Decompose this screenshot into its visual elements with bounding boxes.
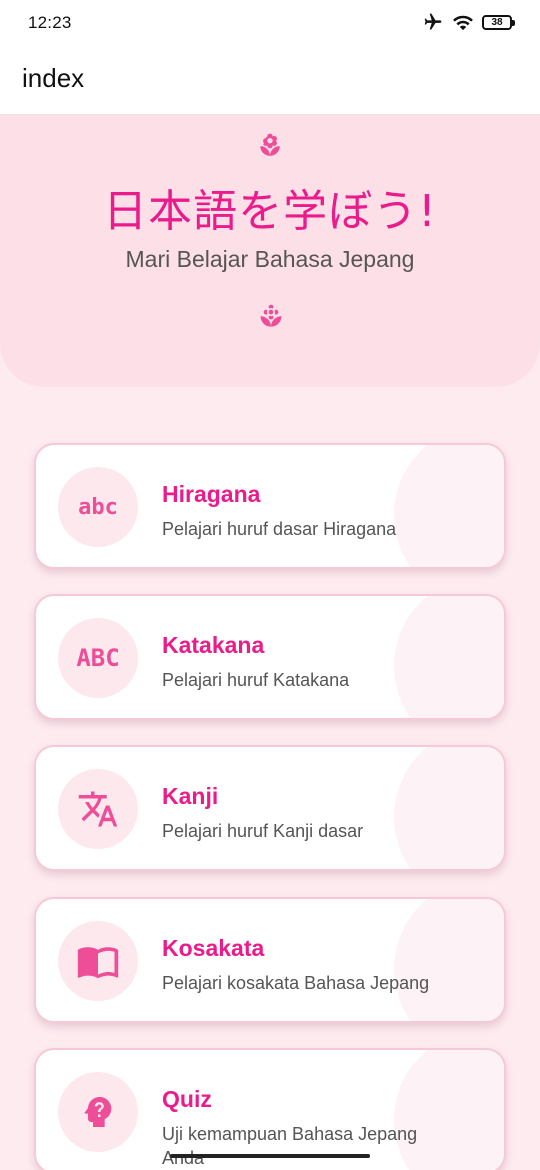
hero-banner: 日本語を学ぼう! Mari Belajar Bahasa Jepang — [0, 115, 540, 387]
psychology-icon — [58, 1072, 138, 1152]
flower-icon — [260, 304, 282, 327]
card-description: Uji kemampuan Bahasa Jepang Anda — [162, 1124, 418, 1168]
card-decoration — [394, 747, 504, 869]
card-decoration — [394, 596, 504, 718]
menu-card-hiragana[interactable]: abc Hiragana Pelajari huruf dasar Hiraga… — [34, 443, 506, 569]
abc-uppercase-icon: ABC — [58, 618, 138, 698]
card-description: Pelajari huruf dasar Hiragana — [162, 519, 397, 539]
battery-icon: 38 — [482, 14, 515, 30]
card-decoration — [394, 445, 504, 567]
airplane-icon — [424, 13, 442, 30]
card-description: Pelajari huruf Kanji dasar — [162, 821, 364, 841]
menu-card-kanji[interactable]: Kanji Pelajari huruf Kanji dasar — [34, 745, 506, 871]
app-title: index — [22, 63, 85, 93]
abc-icon: abc — [58, 467, 138, 547]
hero-title: 日本語を学ぼう! — [103, 186, 437, 237]
home-indicator[interactable] — [170, 1154, 370, 1158]
book-icon — [58, 921, 138, 1001]
card-title: Hiragana — [162, 481, 261, 507]
card-description: Pelajari huruf Katakana — [162, 670, 350, 690]
status-time: 12:23 — [28, 13, 72, 32]
card-title: Quiz — [162, 1086, 212, 1112]
status-icons: 38 — [422, 12, 515, 32]
wifi-icon — [453, 15, 473, 31]
flower-icon — [260, 133, 280, 156]
card-decoration — [394, 899, 504, 1021]
translate-icon — [58, 769, 138, 849]
screen: 12:23 38 index 日本語を学ぼう! Mari Belajar Bah… — [0, 0, 540, 1170]
card-title: Katakana — [162, 632, 265, 658]
menu-card-katakana[interactable]: ABC Katakana Pelajari huruf Katakana — [34, 594, 506, 720]
card-description: Pelajari kosakata Bahasa Jepang — [162, 973, 430, 993]
menu-card-kosakata[interactable]: Kosakata Pelajari kosakata Bahasa Jepang — [34, 897, 506, 1023]
card-title: Kosakata — [162, 935, 265, 961]
menu-card-quiz[interactable]: Quiz Uji kemampuan Bahasa Jepang Anda — [34, 1048, 506, 1170]
card-title: Kanji — [162, 783, 219, 809]
hero-subtitle: Mari Belajar Bahasa Jepang — [125, 246, 415, 272]
battery-level: 38 — [491, 16, 503, 28]
status-bar: 12:23 38 — [0, 0, 540, 48]
app-bar: index — [0, 48, 540, 115]
